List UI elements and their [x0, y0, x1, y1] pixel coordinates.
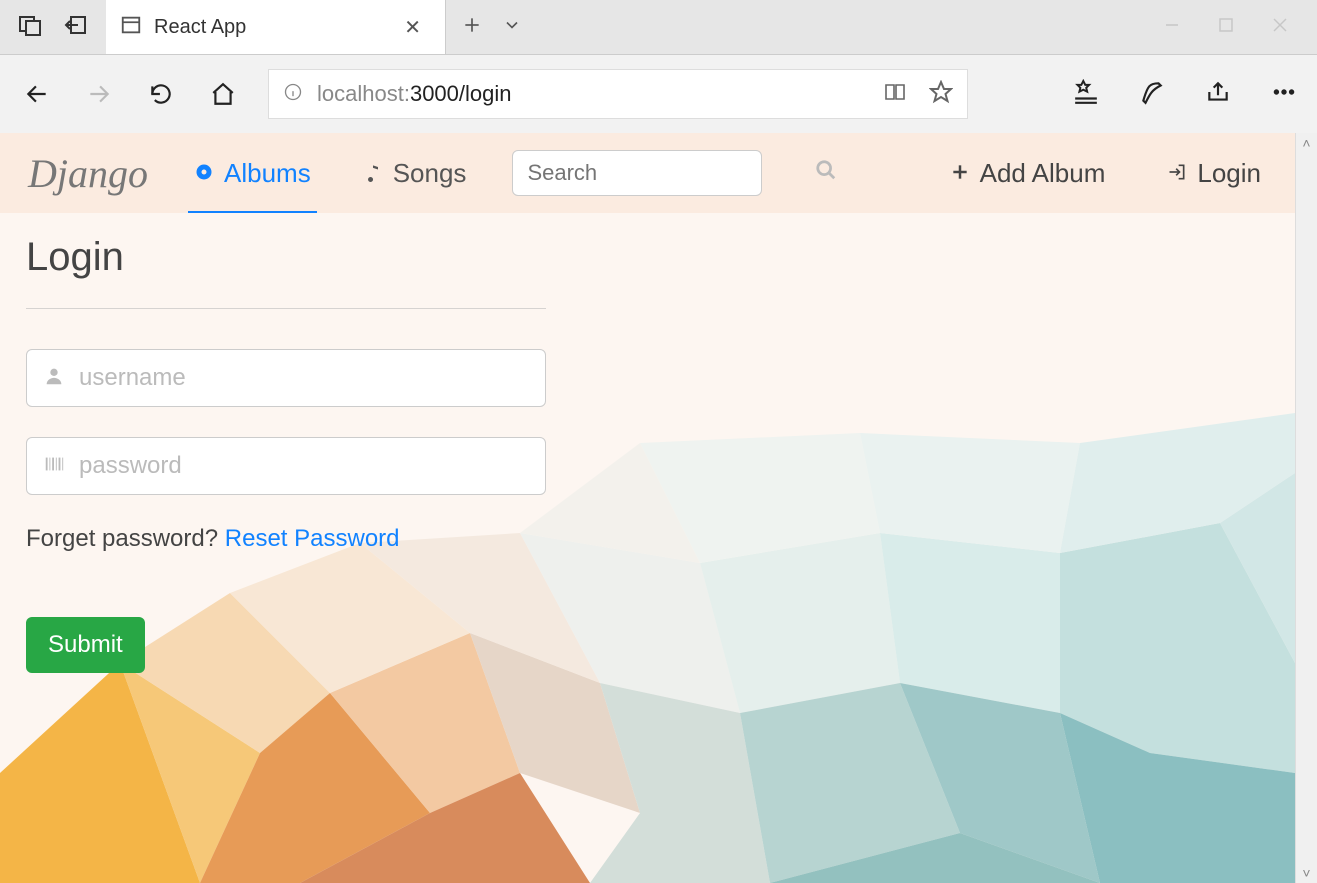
- user-icon: [43, 365, 65, 392]
- disc-icon: [194, 158, 214, 189]
- forgot-row: Forget password? Reset Password: [26, 525, 1269, 553]
- tab-title: React App: [154, 16, 246, 39]
- browser-toolbar-right: [1073, 79, 1297, 110]
- more-icon[interactable]: [1271, 79, 1297, 110]
- site-info-icon[interactable]: [283, 82, 303, 107]
- nav-home-icon[interactable]: [206, 77, 240, 111]
- scroll-down-icon[interactable]: ˅: [1296, 865, 1317, 881]
- music-note-icon: [363, 158, 383, 189]
- url-host: localhost:: [317, 81, 410, 107]
- forgot-text: Forget password?: [26, 525, 225, 552]
- window-controls: [1135, 0, 1317, 54]
- nav-albums[interactable]: Albums: [188, 135, 317, 215]
- address-field[interactable]: localhost:3000/login: [268, 69, 968, 119]
- separator: [26, 308, 546, 309]
- password-input[interactable]: [79, 452, 529, 480]
- window-minimize-icon[interactable]: [1165, 18, 1179, 37]
- share-icon[interactable]: [1205, 79, 1231, 110]
- nav-forward-icon[interactable]: [82, 77, 116, 111]
- page-body: Login Forget password? Reset Password: [0, 213, 1295, 883]
- set-tabs-aside-icon[interactable]: [64, 13, 88, 42]
- window-close-icon[interactable]: [1273, 18, 1287, 37]
- reading-view-icon[interactable]: [883, 80, 907, 109]
- nav-add-album-label: Add Album: [980, 158, 1106, 189]
- new-tab-icon[interactable]: [462, 15, 482, 40]
- search-icon[interactable]: [815, 159, 837, 187]
- login-icon: [1167, 158, 1187, 189]
- app-navbar: Django Albums Songs: [0, 133, 1295, 213]
- username-field[interactable]: [26, 349, 546, 407]
- favorites-list-icon[interactable]: [1073, 79, 1099, 110]
- tab-close-icon[interactable]: ✕: [396, 11, 429, 44]
- favorite-star-icon[interactable]: [929, 80, 953, 109]
- url-text: localhost:3000/login: [317, 81, 512, 107]
- nav-login[interactable]: Login: [1161, 133, 1267, 213]
- vertical-scrollbar[interactable]: ˄ ˅: [1295, 133, 1317, 883]
- reset-password-link[interactable]: Reset Password: [225, 525, 400, 552]
- nav-songs-label: Songs: [393, 158, 467, 189]
- nav-albums-label: Albums: [224, 158, 311, 189]
- tabs-aside-icon[interactable]: [18, 13, 42, 42]
- scroll-up-icon[interactable]: ˄: [1296, 135, 1317, 151]
- nav-add-album[interactable]: Add Album: [944, 133, 1112, 213]
- nav-songs[interactable]: Songs: [357, 133, 473, 213]
- brand-logo[interactable]: Django: [28, 150, 148, 197]
- url-path: 3000/login: [410, 81, 512, 107]
- page-title: Login: [26, 235, 1269, 280]
- tab-system-buttons: [0, 0, 106, 54]
- nav-search[interactable]: [512, 150, 762, 196]
- tab-actions: [446, 0, 538, 54]
- tab-dropdown-icon[interactable]: [502, 15, 522, 40]
- page-icon: [120, 14, 142, 41]
- plus-icon: [950, 158, 970, 189]
- username-input[interactable]: [79, 364, 529, 392]
- barcode-icon: [43, 453, 65, 480]
- nav-back-icon[interactable]: [20, 77, 54, 111]
- nav-login-label: Login: [1197, 158, 1261, 189]
- browser-tab[interactable]: React App ✕: [106, 0, 446, 54]
- notes-icon[interactable]: [1139, 79, 1165, 110]
- window-maximize-icon[interactable]: [1219, 18, 1233, 37]
- browser-address-bar: localhost:3000/login: [0, 55, 1317, 133]
- submit-button[interactable]: Submit: [26, 617, 145, 673]
- browser-tab-bar: React App ✕: [0, 0, 1317, 55]
- nav-refresh-icon[interactable]: [144, 77, 178, 111]
- password-field[interactable]: [26, 437, 546, 495]
- nav-search-input[interactable]: [527, 160, 815, 186]
